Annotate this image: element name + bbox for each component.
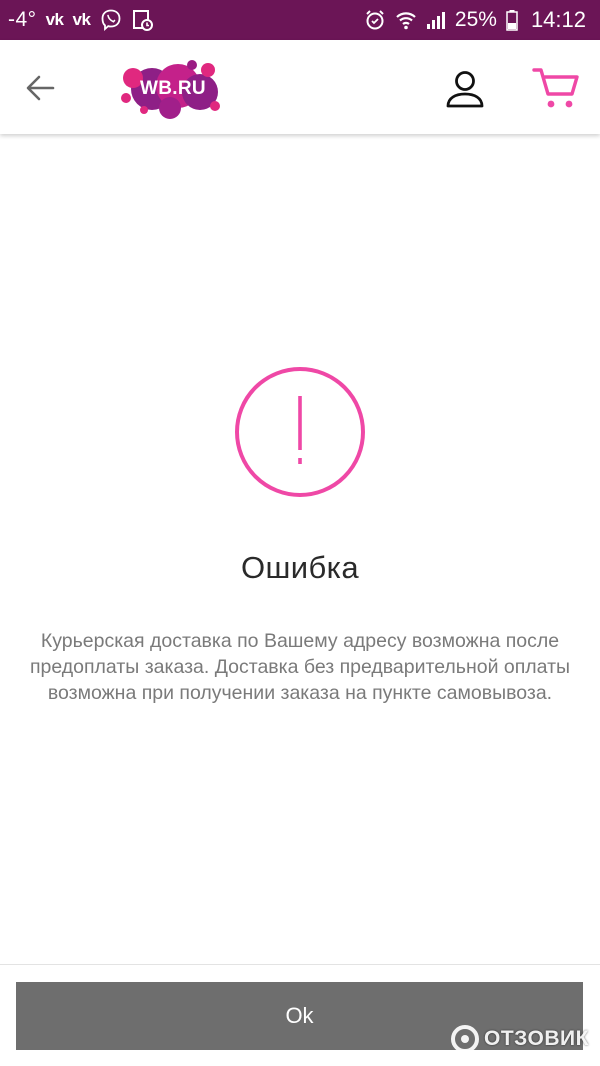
otzovik-logo-icon	[451, 1025, 479, 1053]
error-message: Курьерская доставка по Вашему адресу воз…	[29, 630, 571, 704]
error-title: Ошибка	[241, 550, 359, 585]
battery-percent: 25%	[454, 8, 497, 31]
status-bar-left: -4° vk vk	[8, 0, 154, 40]
status-bar-right: 25% 14:12	[364, 0, 586, 40]
profile-button[interactable]	[440, 64, 490, 114]
calendar-clock-icon	[132, 8, 154, 32]
logo-text: WB.RU	[140, 78, 206, 99]
alarm-icon	[364, 9, 386, 31]
wifi-icon	[395, 9, 417, 31]
cart-button[interactable]	[528, 62, 584, 114]
profile-icon	[446, 71, 484, 108]
watermark: ОТЗОВИК	[450, 1022, 589, 1056]
clock-time: 14:12	[530, 7, 586, 32]
wb-logo[interactable]: WB.RU	[118, 56, 224, 120]
watermark-text: ОТЗОВИК	[484, 1027, 589, 1050]
battery-icon	[506, 9, 518, 31]
status-bar: -4° vk vk 25% 14:12	[0, 0, 600, 40]
temperature-label: -4°	[8, 8, 37, 31]
vk-notification-icon: vk	[45, 10, 64, 29]
phone-screen: -4° vk vk 25% 14:12 WB.RU Ошибка Курьерс…	[0, 0, 600, 1066]
cart-icon	[532, 68, 579, 108]
back-button[interactable]	[20, 68, 60, 108]
signal-icon	[426, 9, 446, 31]
exclamation-circle-icon	[235, 367, 365, 497]
viber-icon	[99, 8, 123, 32]
bottom-divider	[0, 964, 600, 965]
vk-notification-icon-2: vk	[72, 10, 91, 29]
app-bar: WB.RU	[0, 40, 600, 134]
back-arrow-icon	[26, 75, 55, 101]
